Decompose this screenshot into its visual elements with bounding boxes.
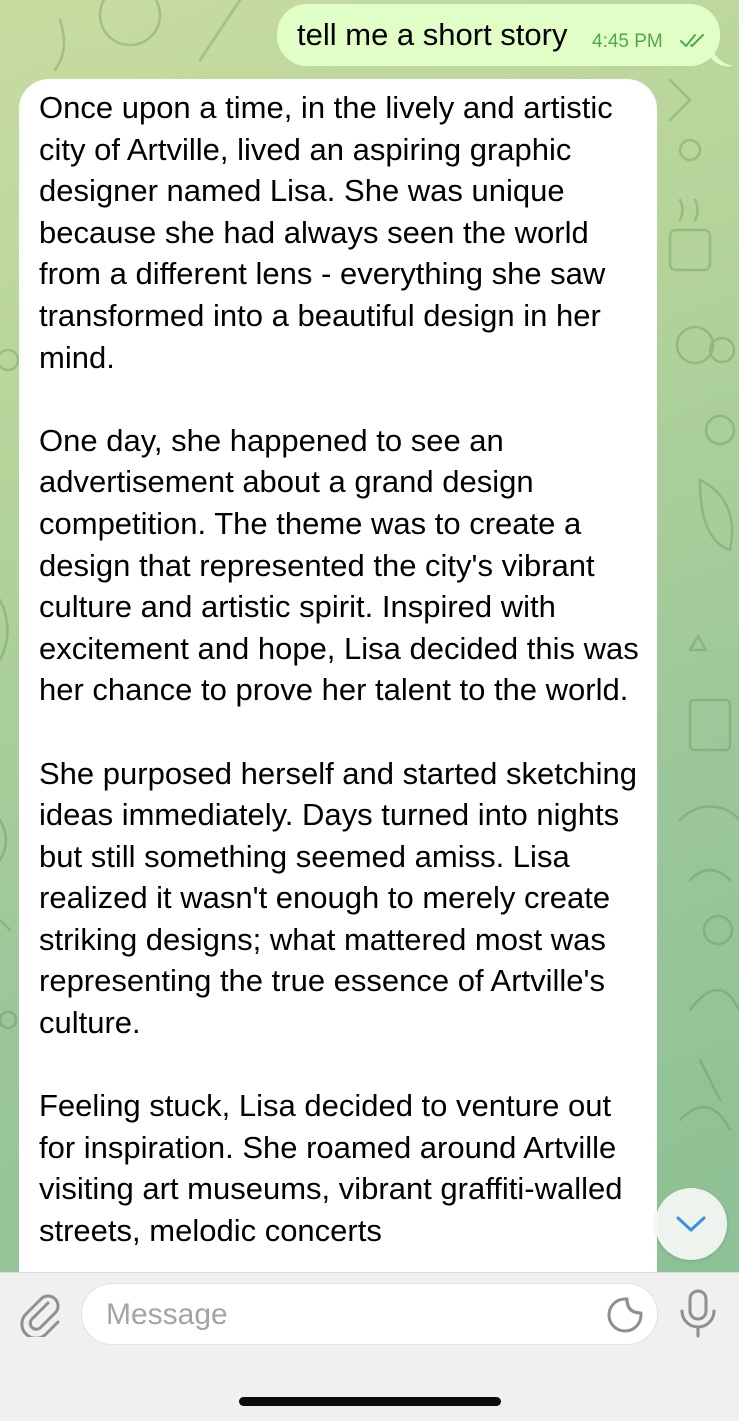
double-check-icon bbox=[680, 34, 704, 47]
story-paragraph: Once upon a time, in the lively and arti… bbox=[39, 90, 613, 375]
message-field[interactable] bbox=[81, 1283, 658, 1345]
bubble-tail bbox=[711, 44, 733, 67]
outgoing-message-text: tell me a short story bbox=[297, 17, 568, 52]
paperclip-icon[interactable] bbox=[18, 1291, 64, 1337]
incoming-message-bubble[interactable]: Once upon a time, in the lively and arti… bbox=[19, 79, 657, 1272]
scroll-to-bottom-button[interactable] bbox=[655, 1188, 727, 1260]
microphone-icon[interactable] bbox=[678, 1289, 718, 1339]
chat-screen: tell me a short story 4:45 PM Once upon … bbox=[0, 0, 739, 1421]
message-input[interactable] bbox=[104, 1294, 588, 1336]
chevron-down-icon bbox=[676, 1216, 706, 1232]
message-timestamp: 4:45 PM bbox=[592, 31, 663, 52]
message-list[interactable]: tell me a short story 4:45 PM Once upon … bbox=[0, 0, 739, 1272]
composer-bar bbox=[0, 1272, 739, 1421]
home-indicator bbox=[239, 1397, 501, 1406]
story-paragraph: She purposed herself and started sketchi… bbox=[39, 755, 637, 1041]
outgoing-message-bubble[interactable]: tell me a short story 4:45 PM bbox=[277, 4, 720, 66]
incoming-message-text: Once upon a time, in the lively and arti… bbox=[39, 87, 649, 1272]
story-paragraph: One day, she happened to see an advertis… bbox=[39, 422, 639, 708]
story-paragraph: Feeling stuck, Lisa decided to venture o… bbox=[39, 1088, 623, 1249]
sticker-icon[interactable] bbox=[607, 1297, 643, 1333]
